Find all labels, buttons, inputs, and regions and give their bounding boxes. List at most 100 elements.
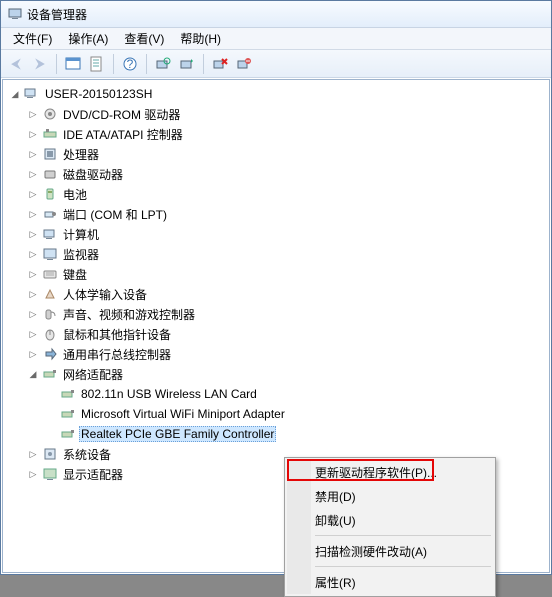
cm-label: 卸载(U) bbox=[315, 512, 356, 529]
expander-icon[interactable]: ▷ bbox=[27, 328, 39, 340]
arrow-right-icon: ⮞ bbox=[35, 55, 45, 72]
tree-category[interactable]: ▷鼠标和其他指针设备 bbox=[5, 324, 547, 344]
tool-help-button[interactable]: ? bbox=[119, 53, 141, 75]
nav-forward-button[interactable]: ⮞ bbox=[29, 53, 51, 75]
tree-category[interactable]: ◢ 网络适配器 bbox=[5, 364, 547, 384]
expander-icon[interactable]: ▷ bbox=[27, 288, 39, 300]
device-manager-window: 设备管理器 文件(F) 操作(A) 查看(V) 帮助(H) ⮜ ⮞ ? ◢ US… bbox=[0, 0, 552, 575]
node-label: 网络适配器 bbox=[61, 365, 125, 384]
expander-icon[interactable]: ◢ bbox=[27, 368, 39, 380]
toolbar: ⮜ ⮞ ? bbox=[1, 50, 551, 78]
category-icon bbox=[42, 266, 58, 282]
tree-device[interactable]: ▷802.11n USB Wireless LAN Card bbox=[5, 384, 547, 404]
tree-category[interactable]: ▷监视器 bbox=[5, 244, 547, 264]
tool-scan-button[interactable] bbox=[152, 53, 174, 75]
node-label: Realtek PCIe GBE Family Controller bbox=[79, 426, 276, 442]
scan-hardware-icon bbox=[155, 56, 171, 72]
expander-icon[interactable]: ▷ bbox=[27, 208, 39, 220]
tree-category[interactable]: ▷ IDE ATA/ATAPI 控制器 bbox=[5, 124, 547, 144]
nic-icon bbox=[60, 426, 76, 442]
tool-console-button[interactable] bbox=[62, 53, 84, 75]
disable-icon bbox=[236, 56, 252, 72]
tree-device[interactable]: ▷Microsoft Virtual WiFi Miniport Adapter bbox=[5, 404, 547, 424]
category-icon bbox=[42, 366, 58, 382]
cm-uninstall[interactable]: 卸载(U) bbox=[287, 508, 493, 532]
window-title: 设备管理器 bbox=[27, 6, 87, 23]
tool-update-button[interactable] bbox=[176, 53, 198, 75]
computer-icon bbox=[24, 86, 40, 102]
tree-category[interactable]: ▷端口 (COM 和 LPT) bbox=[5, 204, 547, 224]
node-label: 计算机 bbox=[61, 225, 101, 244]
expander-icon[interactable]: ▷ bbox=[27, 168, 39, 180]
cm-update-driver[interactable]: 更新驱动程序软件(P)... bbox=[287, 460, 493, 484]
menu-file[interactable]: 文件(F) bbox=[5, 28, 60, 49]
node-label: Microsoft Virtual WiFi Miniport Adapter bbox=[79, 406, 287, 422]
toolbar-separator bbox=[113, 54, 114, 74]
node-label: 电池 bbox=[61, 185, 89, 204]
category-icon bbox=[42, 146, 58, 162]
tree-category[interactable]: ▷ 通用串行总线控制器 bbox=[5, 344, 547, 364]
tool-properties-button[interactable] bbox=[86, 53, 108, 75]
node-label: IDE ATA/ATAPI 控制器 bbox=[61, 125, 185, 144]
cm-label: 扫描检测硬件改动(A) bbox=[315, 543, 427, 560]
nav-back-button[interactable]: ⮜ bbox=[5, 53, 27, 75]
category-icon bbox=[42, 246, 58, 262]
tree-category[interactable]: ▷ 人体学输入设备 bbox=[5, 284, 547, 304]
category-icon bbox=[42, 446, 58, 462]
expander-icon[interactable]: ▷ bbox=[27, 448, 39, 460]
context-menu: 更新驱动程序软件(P)... 禁用(D) 卸载(U) 扫描检测硬件改动(A) 属… bbox=[284, 457, 496, 597]
cm-label: 禁用(D) bbox=[315, 488, 356, 505]
title-bar: 设备管理器 bbox=[1, 1, 551, 28]
tree-category[interactable]: ▷ 处理器 bbox=[5, 144, 547, 164]
expander-icon[interactable]: ▷ bbox=[27, 348, 39, 360]
cm-scan-hardware[interactable]: 扫描检测硬件改动(A) bbox=[287, 539, 493, 563]
tool-disable-button[interactable] bbox=[233, 53, 255, 75]
expander-icon[interactable]: ▷ bbox=[27, 148, 39, 160]
tool-uninstall-button[interactable] bbox=[209, 53, 231, 75]
cm-properties[interactable]: 属性(R) bbox=[287, 570, 493, 594]
expander-icon[interactable]: ◢ bbox=[9, 88, 21, 100]
uninstall-icon bbox=[212, 56, 228, 72]
expander-icon[interactable]: ▷ bbox=[27, 468, 39, 480]
menu-view[interactable]: 查看(V) bbox=[116, 28, 172, 49]
node-label: DVD/CD-ROM 驱动器 bbox=[61, 105, 182, 124]
menu-action[interactable]: 操作(A) bbox=[60, 28, 116, 49]
menu-help[interactable]: 帮助(H) bbox=[172, 28, 229, 49]
tree-root[interactable]: ◢ USER-20150123SH bbox=[5, 84, 547, 104]
node-label: USER-20150123SH bbox=[43, 86, 154, 102]
cm-label: 更新驱动程序软件(P)... bbox=[315, 464, 437, 481]
expander-icon[interactable]: ▷ bbox=[27, 308, 39, 320]
node-label: 系统设备 bbox=[61, 445, 113, 464]
tree-category[interactable]: ▷ 计算机 bbox=[5, 224, 547, 244]
cm-disable[interactable]: 禁用(D) bbox=[287, 484, 493, 508]
expander-icon[interactable]: ▷ bbox=[27, 188, 39, 200]
expander-icon[interactable]: ▷ bbox=[27, 268, 39, 280]
category-icon bbox=[42, 106, 58, 122]
tree-category[interactable]: ▷ 磁盘驱动器 bbox=[5, 164, 547, 184]
toolbar-separator bbox=[203, 54, 204, 74]
expander-icon[interactable]: ▷ bbox=[27, 108, 39, 120]
category-icon bbox=[42, 186, 58, 202]
node-label: 处理器 bbox=[61, 145, 101, 164]
menu-bar: 文件(F) 操作(A) 查看(V) 帮助(H) bbox=[1, 28, 551, 50]
category-icon bbox=[42, 286, 58, 302]
expander-icon[interactable]: ▷ bbox=[27, 128, 39, 140]
nic-icon bbox=[60, 386, 76, 402]
node-label: 人体学输入设备 bbox=[61, 285, 149, 304]
help-icon: ? bbox=[122, 56, 138, 72]
tree-category[interactable]: ▷键盘 bbox=[5, 264, 547, 284]
node-label: 802.11n USB Wireless LAN Card bbox=[79, 386, 259, 402]
tree-category[interactable]: ▷ DVD/CD-ROM 驱动器 bbox=[5, 104, 547, 124]
node-label: 声音、视频和游戏控制器 bbox=[61, 305, 197, 324]
nic-icon bbox=[60, 406, 76, 422]
tree-device[interactable]: ▷Realtek PCIe GBE Family Controller bbox=[5, 424, 547, 444]
tree-category[interactable]: ▷ 声音、视频和游戏控制器 bbox=[5, 304, 547, 324]
expander-icon[interactable]: ▷ bbox=[27, 248, 39, 260]
category-icon bbox=[42, 326, 58, 342]
category-icon bbox=[42, 206, 58, 222]
node-label: 通用串行总线控制器 bbox=[61, 345, 173, 364]
node-label: 磁盘驱动器 bbox=[61, 165, 125, 184]
tree-category[interactable]: ▷ 电池 bbox=[5, 184, 547, 204]
category-icon bbox=[42, 166, 58, 182]
expander-icon[interactable]: ▷ bbox=[27, 228, 39, 240]
